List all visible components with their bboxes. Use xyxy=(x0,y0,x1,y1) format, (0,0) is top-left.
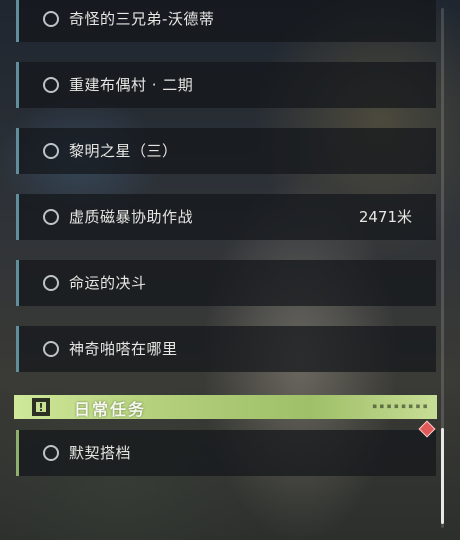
quest-title: 命运的决斗 xyxy=(69,274,147,292)
quest-title: 奇怪的三兄弟-沃德蒂 xyxy=(69,10,215,28)
quest-item[interactable]: 命运的决斗 xyxy=(16,260,436,306)
quest-item[interactable]: 重建布偶村 · 二期 xyxy=(16,62,436,108)
daily-quest-item[interactable]: 默契搭档 xyxy=(16,430,436,476)
header-decor-code: ■ ■ ■ ■ ■ ■ ■ ■ xyxy=(372,403,427,410)
daily-tasks-title: 日常任务 xyxy=(74,400,147,419)
quest-status-circle-icon xyxy=(43,143,59,159)
quest-title: 黎明之星（三） xyxy=(69,142,178,160)
quest-item[interactable]: 黎明之星（三） xyxy=(16,128,436,174)
quest-distance: 2471米 xyxy=(358,208,412,226)
quest-status-circle-icon xyxy=(43,209,59,225)
quest-item[interactable]: 虚质磁暴协助作战 2471米 xyxy=(16,194,436,240)
quest-status-circle-icon xyxy=(43,341,59,357)
exclamation-icon: ! xyxy=(32,398,50,416)
daily-tasks-header[interactable]: ! 日常任务 ■ ■ ■ ■ ■ ■ ■ ■ xyxy=(14,395,437,419)
quest-item[interactable]: 奇怪的三兄弟-沃德蒂 xyxy=(16,0,436,42)
quest-title: 神奇啪嗒在哪里 xyxy=(69,340,178,358)
quest-status-circle-icon xyxy=(43,445,59,461)
quest-status-circle-icon xyxy=(43,11,59,27)
quest-item[interactable]: 神奇啪嗒在哪里 xyxy=(16,326,436,372)
quest-title: 默契搭档 xyxy=(69,444,132,462)
quest-title: 重建布偶村 · 二期 xyxy=(69,76,194,94)
scrollbar-thumb[interactable] xyxy=(441,428,444,524)
quest-title: 虚质磁暴协助作战 xyxy=(69,208,194,226)
quest-status-circle-icon xyxy=(43,77,59,93)
quest-status-circle-icon xyxy=(43,275,59,291)
